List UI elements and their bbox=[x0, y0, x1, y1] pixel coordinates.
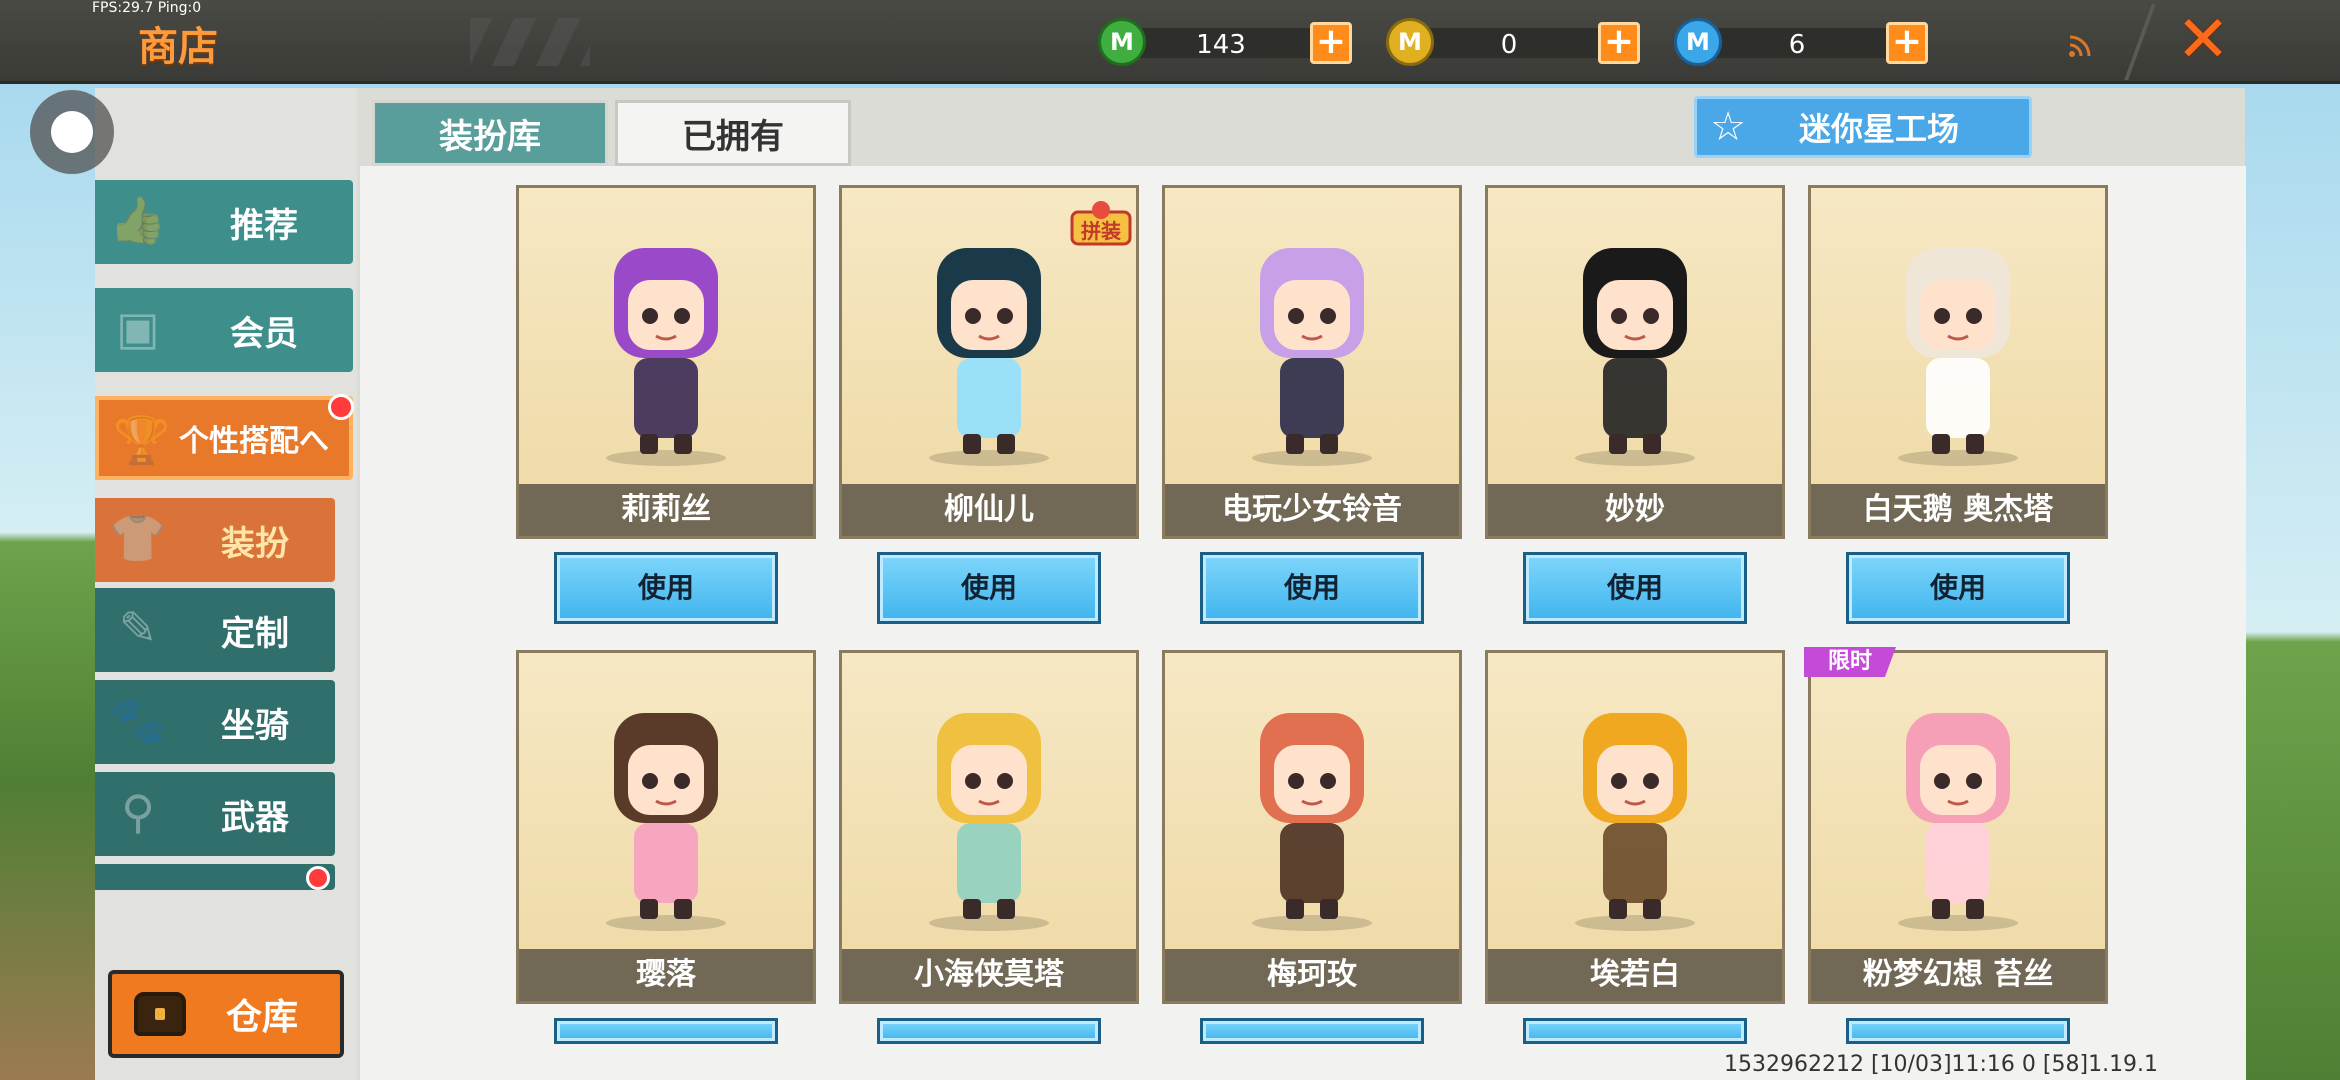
mini-workshop-button[interactable]: ☆ 迷你星工场 bbox=[1694, 96, 2032, 158]
character-figure bbox=[1252, 713, 1372, 931]
use-button[interactable]: 使用 bbox=[877, 1018, 1101, 1044]
paw-icon: 🐾 bbox=[109, 693, 167, 747]
skin-name: 小海侠莫塔 bbox=[842, 949, 1136, 1001]
character-portrait bbox=[1488, 188, 1782, 488]
add-currency-button[interactable]: + bbox=[1310, 22, 1352, 64]
build-info: 1532962212 [10/03]11:16 0 [58]1.19.1 bbox=[1724, 1052, 2159, 1077]
character-figure bbox=[1252, 248, 1372, 466]
use-button[interactable]: 使用 bbox=[1200, 1018, 1424, 1044]
character-figure bbox=[1898, 248, 2018, 466]
divider bbox=[2124, 4, 2156, 80]
notification-dot bbox=[328, 394, 354, 420]
skin-name: 粉梦幻想 苔丝 bbox=[1811, 949, 2105, 1001]
add-currency-button[interactable]: + bbox=[1598, 22, 1640, 64]
skin-card[interactable]: 璎落 bbox=[516, 650, 816, 1004]
skin-card[interactable]: 粉梦幻想 苔丝 bbox=[1808, 650, 2108, 1004]
character-figure bbox=[606, 248, 726, 466]
character-portrait bbox=[842, 653, 1136, 953]
brush-icon: ✎ bbox=[118, 601, 158, 655]
sidebar-item-outfit[interactable]: 👕 装扮 bbox=[95, 498, 335, 582]
skin-card[interactable]: 梅珂玫 bbox=[1162, 650, 1462, 1004]
use-button[interactable]: 使用 bbox=[1523, 1018, 1747, 1044]
skin-card[interactable]: 小海侠莫塔 bbox=[839, 650, 1139, 1004]
use-button[interactable]: 使用 bbox=[1523, 552, 1747, 624]
sidebar-item-vip[interactable]: ▣ 会员 bbox=[95, 288, 353, 372]
character-figure bbox=[1575, 713, 1695, 931]
character-portrait bbox=[1488, 653, 1782, 953]
sidebar-item-recommend[interactable]: 👍 推荐 bbox=[95, 180, 353, 264]
game-background-right bbox=[2245, 84, 2340, 1080]
storage-button[interactable]: 仓库 bbox=[108, 970, 344, 1058]
thumbs-up-icon: 👍 bbox=[109, 193, 167, 247]
top-bar: FPS:29.7 Ping:0 商店 M 143 + M 0 + M 6 + ✕ bbox=[0, 0, 2340, 84]
character-portrait bbox=[1811, 653, 2105, 953]
character-portrait bbox=[1811, 188, 2105, 488]
sidebar-item-mount[interactable]: 🐾 坐骑 bbox=[95, 680, 335, 764]
use-button[interactable]: 使用 bbox=[877, 552, 1101, 624]
sidebar-item-custom[interactable]: ✎ 定制 bbox=[95, 588, 335, 672]
skin-card[interactable]: 埃若白 bbox=[1485, 650, 1785, 1004]
skin-name: 妙妙 bbox=[1488, 484, 1782, 536]
skin-card[interactable]: 白天鹅 奥杰塔 bbox=[1808, 185, 2108, 539]
character-figure bbox=[606, 713, 726, 931]
floating-assistive-button[interactable] bbox=[30, 90, 114, 174]
skin-name: 璎落 bbox=[519, 949, 813, 1001]
skin-card[interactable]: 妙妙 bbox=[1485, 185, 1785, 539]
gun-icon: ⚲ bbox=[121, 785, 155, 839]
use-button[interactable]: 使用 bbox=[554, 1018, 778, 1044]
skin-card[interactable]: 莉莉丝 bbox=[516, 185, 816, 539]
star-icon: ☆ bbox=[1710, 104, 1746, 150]
skin-card[interactable]: 电玩少女铃音 bbox=[1162, 185, 1462, 539]
sidebar-item-partial[interactable] bbox=[95, 864, 335, 890]
skin-name: 电玩少女铃音 bbox=[1165, 484, 1459, 536]
character-figure bbox=[929, 713, 1049, 931]
currency-amount: 143 bbox=[1196, 30, 1246, 60]
limited-time-badge: 限时 bbox=[1804, 647, 1896, 677]
shirt-icon: 👕 bbox=[109, 511, 167, 565]
skin-name: 白天鹅 奥杰塔 bbox=[1811, 484, 2105, 536]
sidebar-item-weapon[interactable]: ⚲ 武器 bbox=[95, 772, 335, 856]
sidebar-item-personal-style[interactable]: 🏆 个性搭配へ bbox=[95, 396, 353, 480]
tab-outfit-library[interactable]: 装扮库 bbox=[372, 100, 608, 166]
close-icon[interactable]: ✕ bbox=[2172, 8, 2234, 74]
vip-badge-icon: ▣ bbox=[116, 301, 160, 355]
currency-amount: 0 bbox=[1500, 30, 1518, 60]
add-currency-button[interactable]: + bbox=[1886, 22, 1928, 64]
character-portrait bbox=[519, 653, 813, 953]
character-portrait bbox=[519, 188, 813, 488]
rss-icon[interactable] bbox=[2068, 32, 2094, 58]
use-button[interactable]: 使用 bbox=[554, 552, 778, 624]
currency-amount: 6 bbox=[1788, 30, 1806, 60]
character-portrait bbox=[1165, 653, 1459, 953]
currency-mini-coins: M 6 + bbox=[1674, 18, 1934, 66]
character-figure bbox=[1575, 248, 1695, 466]
assemble-badge-icon: 拼装 bbox=[1070, 201, 1132, 246]
green-mini-bean-icon: M bbox=[1098, 18, 1146, 66]
use-button[interactable]: 使用 bbox=[1846, 1018, 2070, 1044]
use-button[interactable]: 使用 bbox=[1200, 552, 1424, 624]
storage-label: 仓库 bbox=[226, 997, 299, 1038]
skin-name: 柳仙儿 bbox=[842, 484, 1136, 536]
notification-dot bbox=[306, 866, 330, 890]
character-figure bbox=[1898, 713, 2018, 931]
character-portrait bbox=[1165, 188, 1459, 488]
skin-name: 埃若白 bbox=[1488, 949, 1782, 1001]
blue-mini-coin-icon: M bbox=[1674, 18, 1722, 66]
page-title: 商店 bbox=[138, 24, 218, 70]
game-background-left bbox=[0, 84, 95, 1080]
skin-name: 梅珂玫 bbox=[1165, 949, 1459, 1001]
character-figure bbox=[929, 248, 1049, 466]
skin-name: 莉莉丝 bbox=[519, 484, 813, 536]
gold-coin-icon: M bbox=[1386, 18, 1434, 66]
chest-icon bbox=[134, 992, 186, 1036]
decorative-stripes bbox=[470, 18, 590, 66]
workshop-label: 迷你星工场 bbox=[1799, 110, 1960, 148]
currency-gold-coins: M 0 + bbox=[1386, 18, 1646, 66]
tab-owned[interactable]: 已拥有 bbox=[615, 100, 851, 166]
trophy-icon: 🏆 bbox=[113, 413, 171, 467]
currency-green-beans: M 143 + bbox=[1098, 18, 1358, 66]
use-button[interactable]: 使用 bbox=[1846, 552, 2070, 624]
assemble-badge-label: 拼装 bbox=[1081, 219, 1121, 243]
